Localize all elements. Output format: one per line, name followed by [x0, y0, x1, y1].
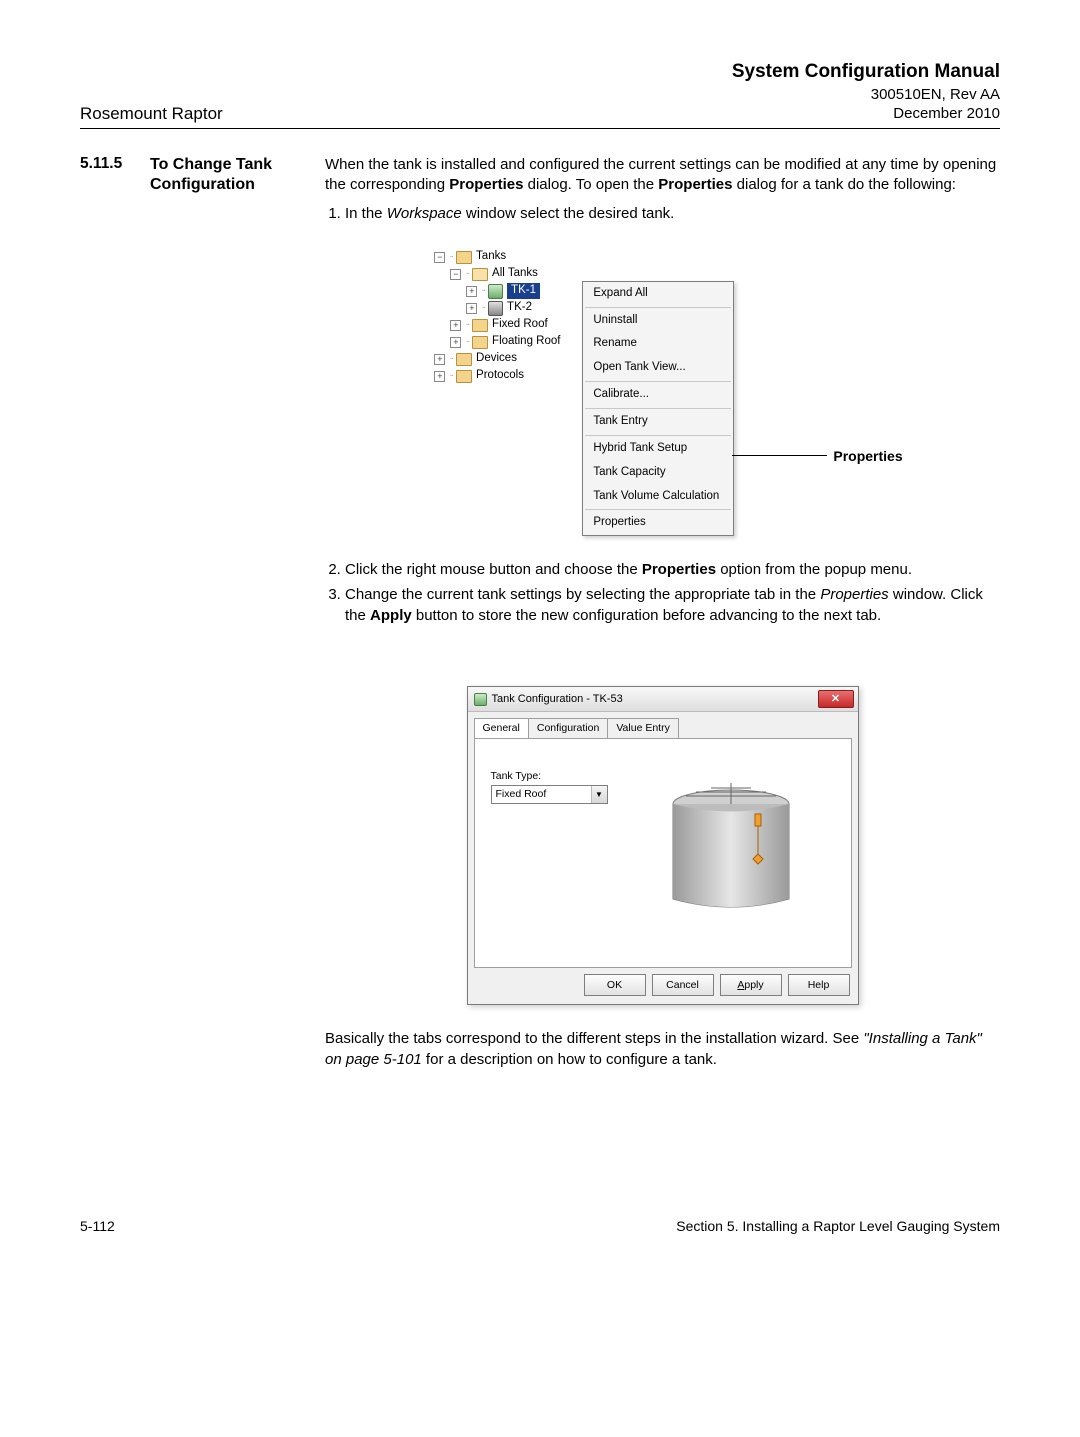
page-number: 5-112: [80, 1218, 115, 1234]
step-1: In the Workspace window select the desir…: [345, 204, 1000, 225]
tank-type-label: Tank Type:: [491, 769, 621, 783]
context-menu: Expand All Uninstall Rename Open Tank Vi…: [582, 281, 734, 537]
ctx-tank-capacity[interactable]: Tank Capacity: [583, 461, 733, 485]
tab-configuration[interactable]: Configuration: [528, 718, 608, 737]
workspace-tree-screenshot: − ·· Tanks − ·· All Tanks +: [422, 245, 902, 537]
expand-icon[interactable]: +: [450, 337, 461, 348]
collapse-icon[interactable]: −: [450, 269, 461, 280]
tank-icon: [474, 693, 487, 706]
ctx-expand-all[interactable]: Expand All: [583, 282, 733, 306]
intro-paragraph: When the tank is installed and configure…: [325, 155, 1000, 196]
tree-protocols[interactable]: + ·· Protocols: [422, 368, 582, 385]
doc-date: December 2010: [732, 104, 1000, 124]
footer-section-title: Section 5. Installing a Raptor Level Gau…: [676, 1218, 1000, 1234]
tank-icon: [488, 284, 503, 299]
tank-icon: [488, 301, 503, 316]
ok-button[interactable]: OK: [584, 974, 646, 996]
closing-paragraph: Basically the tabs correspond to the dif…: [325, 1029, 1000, 1070]
tree-tk1[interactable]: + ·· TK-1: [422, 283, 582, 300]
product-name: Rosemount Raptor: [80, 104, 223, 124]
expand-icon[interactable]: +: [450, 320, 461, 331]
dialog-titlebar[interactable]: Tank Configuration - TK-53 ✕: [468, 687, 858, 712]
tree-tk2[interactable]: + ·· TK-2: [422, 300, 582, 317]
step-2: Click the right mouse button and choose …: [345, 560, 1000, 581]
ctx-properties[interactable]: Properties: [583, 511, 733, 535]
tank-type-select[interactable]: Fixed Roof ▼: [491, 785, 608, 804]
manual-title: System Configuration Manual: [732, 60, 1000, 85]
help-button[interactable]: Help: [788, 974, 850, 996]
tab-general[interactable]: General: [474, 718, 529, 737]
close-button[interactable]: ✕: [818, 690, 854, 708]
section-title: To Change Tank Configuration: [150, 155, 305, 1079]
ctx-uninstall[interactable]: Uninstall: [583, 309, 733, 333]
tree-tanks[interactable]: − ·· Tanks: [422, 249, 582, 266]
tab-value-entry[interactable]: Value Entry: [607, 718, 679, 737]
ctx-calibrate[interactable]: Calibrate...: [583, 383, 733, 407]
tree-floating-roof[interactable]: + ·· Floating Roof: [422, 334, 582, 351]
folder-icon: [472, 319, 488, 332]
page-footer: 5-112 Section 5. Installing a Raptor Lev…: [80, 1218, 1000, 1234]
folder-icon: [456, 251, 472, 264]
apply-button[interactable]: Apply: [720, 974, 782, 996]
dialog-title-text: Tank Configuration - TK-53: [492, 692, 623, 707]
callout-leader-line: [732, 455, 827, 456]
expand-icon[interactable]: +: [466, 286, 477, 297]
collapse-icon[interactable]: −: [434, 252, 445, 263]
cancel-button[interactable]: Cancel: [652, 974, 714, 996]
tree-fixed-roof[interactable]: + ·· Fixed Roof: [422, 317, 582, 334]
chevron-down-icon[interactable]: ▼: [591, 786, 607, 803]
ctx-open-tank-view[interactable]: Open Tank View...: [583, 356, 733, 380]
expand-icon[interactable]: +: [434, 371, 445, 382]
folder-open-icon: [472, 268, 488, 281]
folder-icon: [456, 353, 472, 366]
tree-devices[interactable]: + ·· Devices: [422, 351, 582, 368]
tank-configuration-dialog: Tank Configuration - TK-53 ✕ General Con…: [467, 686, 859, 1004]
folder-icon: [472, 336, 488, 349]
expand-icon[interactable]: +: [434, 354, 445, 365]
folder-icon: [456, 370, 472, 383]
ctx-hybrid-setup[interactable]: Hybrid Tank Setup: [583, 437, 733, 461]
tank-illustration: [651, 769, 811, 919]
tree-all-tanks[interactable]: − ·· All Tanks: [422, 266, 582, 283]
step-3: Change the current tank settings by sele…: [345, 585, 1000, 626]
page-header: Rosemount Raptor System Configuration Ma…: [80, 60, 1000, 129]
doc-number: 300510EN, Rev AA: [732, 85, 1000, 105]
ctx-rename[interactable]: Rename: [583, 332, 733, 356]
ctx-volume-calc[interactable]: Tank Volume Calculation: [583, 485, 733, 509]
ctx-tank-entry[interactable]: Tank Entry: [583, 410, 733, 434]
expand-icon[interactable]: +: [466, 303, 477, 314]
callout-properties-label: Properties: [827, 447, 902, 466]
section-number: 5.11.5: [80, 155, 130, 1079]
